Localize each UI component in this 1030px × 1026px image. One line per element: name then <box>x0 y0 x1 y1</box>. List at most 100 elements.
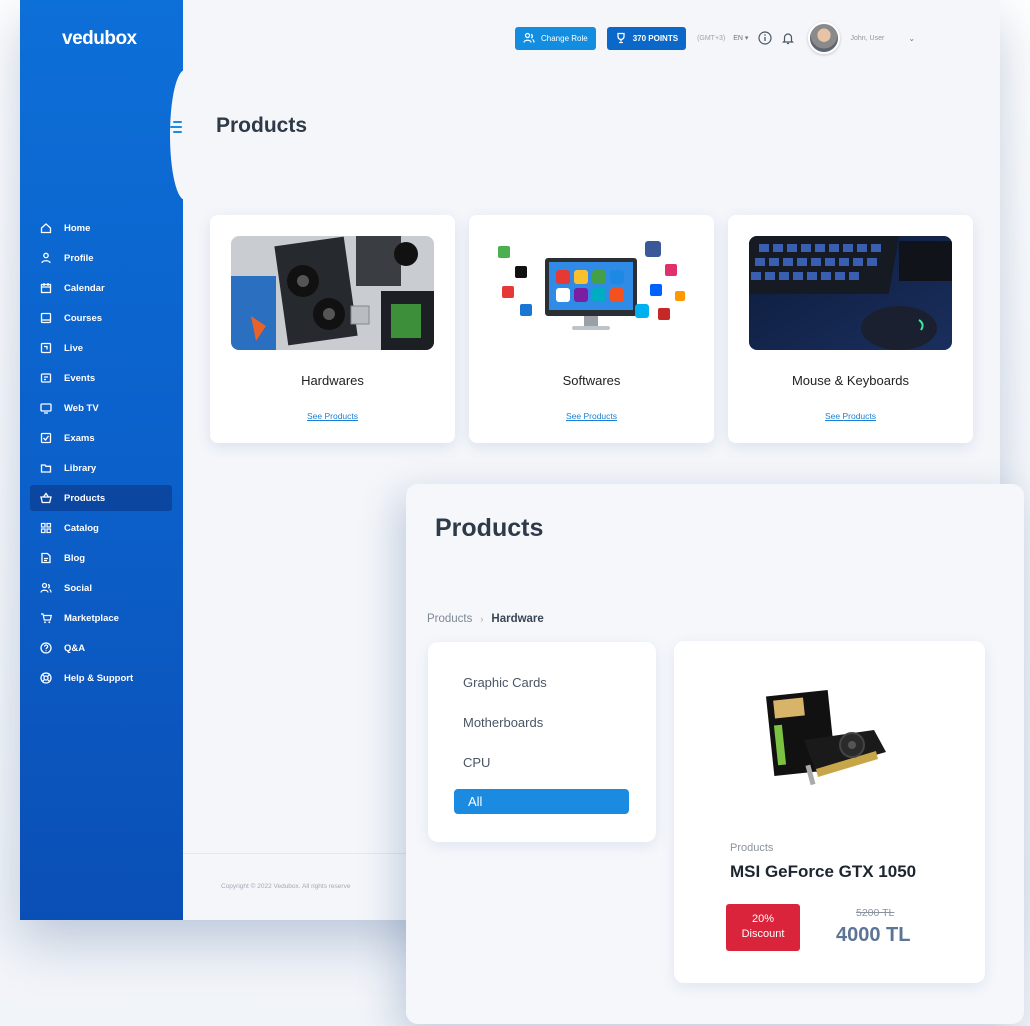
copyright-text: Copyright © 2022 Vedubox. All rights res… <box>221 883 351 890</box>
people-icon <box>523 32 535 43</box>
sidebar-item-label: Help & Support <box>64 672 134 684</box>
sidebar-item-profile[interactable]: Profile <box>30 245 172 271</box>
sidebar-item-blog[interactable]: Blog <box>30 545 172 571</box>
language-select[interactable]: EN ▾ <box>733 34 748 42</box>
category-name: Mouse & Keyboards <box>791 373 910 388</box>
overlay-title: Products <box>435 514 544 542</box>
breadcrumb: Products › Hardware <box>427 613 544 625</box>
user-icon <box>40 252 52 264</box>
cart-icon <box>40 612 52 624</box>
sidebar-item-events[interactable]: Events <box>30 365 172 391</box>
hardware-image <box>231 236 434 350</box>
calendar-icon <box>40 282 52 294</box>
category-card-mouse-keyboards[interactable]: Mouse & Keyboards See Products <box>728 215 973 443</box>
product-name[interactable]: MSI GeForce GTX 1050 <box>730 862 916 882</box>
top-bar: Change Role 370 POINTS (GMT+3) EN ▾ John… <box>515 22 915 54</box>
events-icon <box>40 372 52 384</box>
product-category: Products <box>730 842 774 854</box>
old-price: 5200 TL <box>856 907 895 919</box>
category-name: Softwares <box>562 373 621 388</box>
menu-collapse-icon[interactable] <box>170 118 186 134</box>
sidebar-item-label: Catalog <box>64 522 99 534</box>
sidebar-item-home[interactable]: Home <box>30 215 172 241</box>
discount-badge: 20% Discount <box>726 904 800 951</box>
category-card-software[interactable]: Softwares See Products <box>469 215 714 443</box>
sidebar-item-label: Q&A <box>64 642 86 654</box>
trophy-icon <box>617 32 625 44</box>
lifebuoy-icon <box>40 672 52 684</box>
sidebar-item-label: Marketplace <box>64 612 119 624</box>
page-title: Products <box>216 114 308 137</box>
filter-all[interactable]: All <box>454 789 629 814</box>
sidebar-item-calendar[interactable]: Calendar <box>30 275 172 301</box>
sidebar-item-label: Profile <box>64 252 94 264</box>
points-button[interactable]: 370 POINTS <box>606 26 687 50</box>
sidebar-item-label: Blog <box>64 552 86 564</box>
sidebar-item-marketplace[interactable]: Marketplace <box>30 605 172 631</box>
sidebar-item-products[interactable]: Products <box>30 485 172 511</box>
info-icon[interactable] <box>758 31 773 45</box>
breadcrumb-products[interactable]: Products <box>427 613 472 625</box>
see-products-link[interactable]: See Products <box>728 411 973 421</box>
tv-icon <box>40 402 52 414</box>
folder-icon <box>40 462 52 474</box>
sidebar-nav: Home Profile Calendar Courses Live Event… <box>30 215 172 695</box>
discount-percent: 20% <box>751 913 775 925</box>
filter-graphic-cards[interactable]: Graphic Cards <box>463 675 547 690</box>
sidebar-item-label: Events <box>64 372 96 384</box>
sidebar-item-library[interactable]: Library <box>30 455 172 481</box>
filter-panel: Graphic Cards Motherboards CPU All <box>428 642 656 842</box>
sidebar-item-label: Calendar <box>64 282 105 294</box>
filter-cpu[interactable]: CPU <box>463 755 490 770</box>
sidebar-item-label: Social <box>64 582 92 594</box>
sidebar-item-live[interactable]: Live <box>30 335 172 361</box>
sidebar-item-label: Library <box>64 462 97 474</box>
courses-icon <box>40 312 52 324</box>
product-card[interactable]: Products MSI GeForce GTX 1050 20% Discou… <box>674 641 985 983</box>
live-icon <box>40 342 52 354</box>
change-role-label: Change Role <box>541 33 588 43</box>
exam-icon <box>40 432 52 444</box>
product-detail-window: Products Products › Hardware Graphic Car… <box>406 484 1024 1024</box>
sidebar-item-label: Web TV <box>64 402 99 414</box>
sidebar-item-catalog[interactable]: Catalog <box>30 515 172 541</box>
breadcrumb-current: Hardware <box>491 613 544 625</box>
sidebar-item-qa[interactable]: Q&A <box>30 635 172 661</box>
change-role-button[interactable]: Change Role <box>515 26 596 50</box>
see-products-link[interactable]: See Products <box>210 411 455 421</box>
chevron-right-icon: › <box>480 614 484 624</box>
new-price: 4000 TL <box>836 924 911 946</box>
avatar[interactable] <box>808 22 841 54</box>
sidebar-item-label: Products <box>64 492 106 504</box>
chevron-down-icon[interactable]: ⌄ <box>908 34 915 43</box>
home-icon <box>40 222 52 234</box>
product-image <box>764 685 904 795</box>
user-name[interactable]: John, User <box>850 35 884 42</box>
sidebar-item-help-support[interactable]: Help & Support <box>30 665 172 691</box>
sidebar-item-social[interactable]: Social <box>30 575 172 601</box>
grid-icon <box>40 522 52 534</box>
category-card-hardware[interactable]: Hardwares See Products <box>210 215 455 443</box>
software-image <box>490 236 693 350</box>
question-icon <box>40 642 52 654</box>
sidebar-item-label: Home <box>64 222 91 234</box>
logo[interactable]: vedubox <box>62 28 137 50</box>
filter-motherboards[interactable]: Motherboards <box>463 715 543 730</box>
discount-label: Discount <box>741 928 785 940</box>
sidebar-item-courses[interactable]: Courses <box>30 305 172 331</box>
timezone-label: (GMT+3) <box>697 34 726 42</box>
sidebar-curve <box>170 70 200 200</box>
sidebar-item-label: Courses <box>64 312 103 324</box>
sidebar-item-label: Live <box>64 342 84 354</box>
sidebar: vedubox Home Profile Calendar Courses Li… <box>20 0 183 920</box>
bell-icon[interactable] <box>781 31 795 45</box>
points-label: 370 POINTS <box>632 33 679 43</box>
category-name: Hardwares <box>301 373 364 388</box>
sidebar-item-exams[interactable]: Exams <box>30 425 172 451</box>
blog-icon <box>40 552 52 564</box>
sidebar-item-label: Exams <box>64 432 95 444</box>
basket-icon <box>40 492 52 504</box>
see-products-link[interactable]: See Products <box>469 411 714 421</box>
people-icon <box>40 582 52 594</box>
sidebar-item-web-tv[interactable]: Web TV <box>30 395 172 421</box>
